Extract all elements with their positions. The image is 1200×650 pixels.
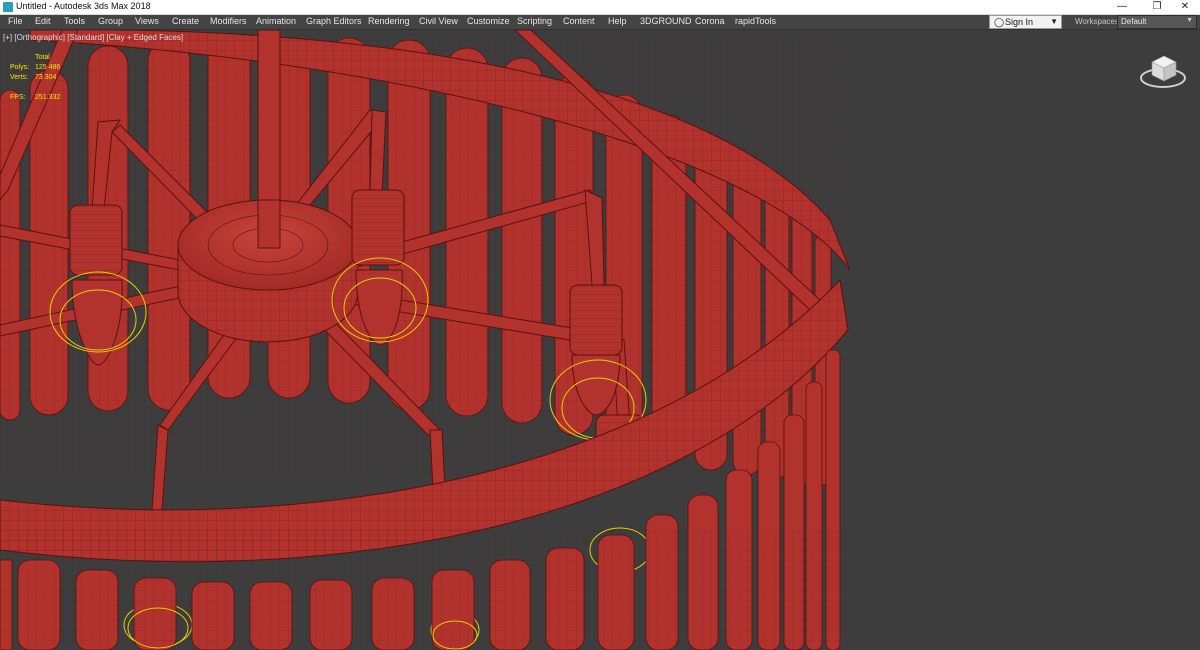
- menu-rapidtools[interactable]: rapidTools: [735, 16, 776, 26]
- stats-verts-label: Verts:: [10, 74, 28, 81]
- stats-fps-label: FPS:: [10, 94, 26, 101]
- close-button[interactable]: ✕: [1170, 0, 1200, 14]
- workspaces-dropdown[interactable]: Default ▼: [1117, 15, 1197, 29]
- menu-group[interactable]: Group: [98, 16, 123, 26]
- workspaces-value: Default: [1121, 17, 1147, 26]
- menu-bar: File Edit Tools Group Views Create Modif…: [0, 15, 1200, 30]
- menu-edit[interactable]: Edit: [35, 16, 51, 26]
- menu-3dground[interactable]: 3DGROUND: [640, 16, 692, 26]
- stats-polys-value: 125 486: [35, 64, 61, 71]
- menu-customize[interactable]: Customize: [467, 16, 510, 26]
- menu-content[interactable]: Content: [563, 16, 595, 26]
- socket-mesh: [352, 190, 404, 265]
- menu-tools[interactable]: Tools: [64, 16, 85, 26]
- sign-in-dropdown[interactable]: ◯ Sign In ▼: [989, 15, 1062, 29]
- restore-button[interactable]: ❐: [1142, 0, 1172, 14]
- menu-help[interactable]: Help: [608, 16, 627, 26]
- front-rod-mesh: [0, 530, 850, 650]
- menu-create[interactable]: Create: [172, 16, 199, 26]
- stats-total-header: Total: [35, 54, 50, 61]
- menu-views[interactable]: Views: [135, 16, 159, 26]
- workspaces-label: Workspaces:: [1075, 17, 1122, 26]
- viewcube-icon[interactable]: [1138, 48, 1188, 90]
- menu-file[interactable]: File: [8, 16, 23, 26]
- menu-modifiers[interactable]: Modifiers: [210, 16, 247, 26]
- stats-verts-value: 73 304: [35, 74, 57, 81]
- menu-civil-view[interactable]: Civil View: [419, 16, 458, 26]
- menu-scripting[interactable]: Scripting: [517, 16, 552, 26]
- viewport-statistics: Total Polys: 125 486 Verts: 73 304 FPS: 251…: [10, 53, 70, 103]
- chandelier-model-render[interactable]: [0, 30, 1200, 650]
- menu-corona[interactable]: Corona: [695, 16, 725, 26]
- menu-rendering[interactable]: Rendering: [368, 16, 410, 26]
- viewport-label[interactable]: [+] [Orthographic] [Standard] [Clay + Ed…: [3, 33, 183, 42]
- stats-polys-label: Polys:: [10, 64, 30, 71]
- title-bar: Untitled - Autodesk 3ds Max 2018 — ❐ ✕: [0, 0, 1200, 15]
- sign-in-label: Sign In: [1005, 17, 1034, 27]
- perspective-viewport[interactable]: [+] [Orthographic] [Standard] [Clay + Ed…: [0, 30, 1200, 650]
- socket-mesh: [570, 285, 622, 355]
- socket-mesh: [70, 205, 122, 275]
- 3ds-max-app-icon[interactable]: [3, 2, 13, 12]
- canopy-hub: [177, 199, 359, 343]
- menu-graph-editors[interactable]: Graph Editors: [306, 16, 362, 26]
- minimize-button[interactable]: —: [1107, 0, 1137, 14]
- chevron-down-icon: ▼: [1186, 17, 1193, 24]
- stats-fps-value: 251.332: [35, 94, 61, 101]
- chevron-down-icon: ▼: [1050, 17, 1058, 26]
- window-title: Untitled - Autodesk 3ds Max 2018: [16, 1, 151, 11]
- user-icon: ◯: [994, 17, 1005, 27]
- menu-animation[interactable]: Animation: [256, 16, 296, 26]
